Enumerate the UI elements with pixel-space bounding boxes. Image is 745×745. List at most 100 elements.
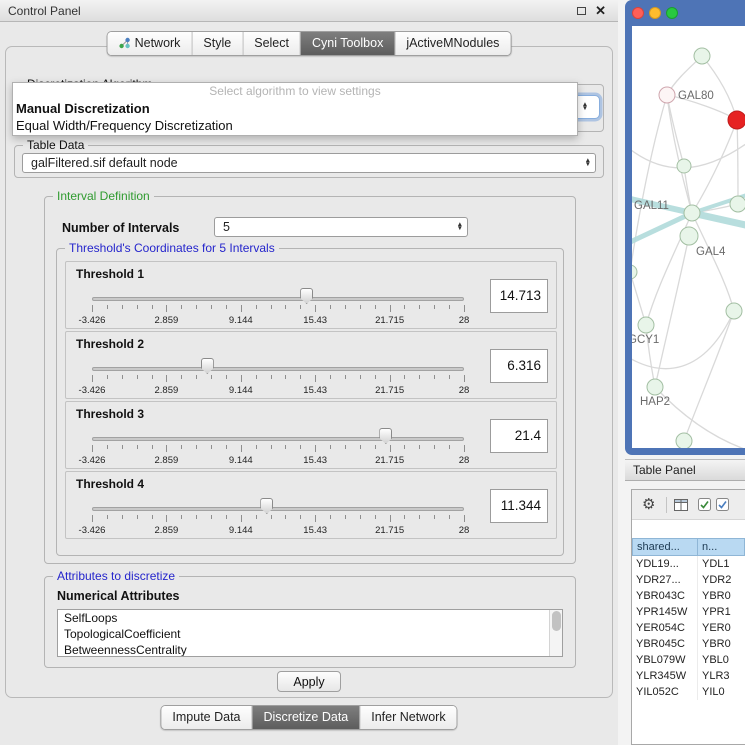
combo-value: galFiltered.sif default node	[31, 156, 178, 170]
slider-track[interactable]	[92, 367, 464, 371]
gear-icon[interactable]: ⚙	[642, 495, 655, 513]
network-edge	[702, 56, 737, 120]
slider-scale-label: 15.43	[303, 385, 327, 396]
slider-ticks	[92, 375, 464, 383]
scrollbar-thumb[interactable]	[552, 611, 561, 631]
slider-scale-label: 21.715	[375, 525, 404, 536]
network-node[interactable]	[659, 87, 675, 103]
columns-icon[interactable]	[674, 498, 688, 516]
network-node[interactable]	[680, 227, 698, 245]
network-edge	[684, 311, 734, 441]
group-title: Table Data	[23, 138, 88, 152]
table-cell: YLR3	[698, 668, 745, 684]
list-scrollbar[interactable]	[549, 610, 562, 656]
network-node-label: HAP2	[640, 396, 670, 408]
group-title: Threshold's Coordinates for 5 Intervals	[65, 241, 279, 255]
network-node[interactable]	[632, 265, 637, 279]
slider-scale: -3.4262.8599.14415.4321.71528	[92, 385, 464, 397]
control-panel: Control Panel ✕ Network Style Select Cyn…	[0, 0, 618, 745]
table-row[interactable]: YBR045CYBR0	[632, 636, 745, 652]
control-panel-titlebar: Control Panel ✕	[0, 0, 618, 22]
slider-scale: -3.4262.8599.14415.4321.71528	[92, 455, 464, 467]
slider-thumb[interactable]	[201, 358, 214, 374]
network-canvas[interactable]: GAL80GAL11GAL4GCY1HAP2	[632, 26, 745, 448]
slider-thumb[interactable]	[379, 428, 392, 444]
slider-scale-label: 2.859	[155, 315, 179, 326]
table-row[interactable]: YER054CYER0	[632, 620, 745, 636]
table-row[interactable]: YDL19...YDL1	[632, 556, 745, 572]
slider-scale-label: -3.426	[79, 385, 106, 396]
slider-thumb[interactable]	[260, 498, 273, 514]
threshold-value-field[interactable]: 11.344	[490, 489, 548, 523]
slider-scale: -3.4262.8599.14415.4321.71528	[92, 315, 464, 327]
tab-impute-data[interactable]: Impute Data	[161, 706, 251, 729]
list-item[interactable]: BetweennessCentrality	[58, 642, 562, 657]
table-row[interactable]: YPR145WYPR1	[632, 604, 745, 620]
network-node[interactable]	[728, 111, 745, 129]
network-node[interactable]	[684, 205, 700, 221]
slider-ticks	[92, 515, 464, 523]
network-node[interactable]	[647, 379, 663, 395]
table-row[interactable]: YDR27...YDR2	[632, 572, 745, 588]
table-cell: YDR2	[698, 572, 745, 588]
slider-track[interactable]	[92, 507, 464, 511]
number-of-intervals-combo[interactable]: 5 ▲ ▼	[214, 217, 468, 237]
table-data-combo[interactable]: galFiltered.sif default node ▲ ▼	[22, 153, 596, 173]
table-row[interactable]: YLR345WYLR3	[632, 668, 745, 684]
dropdown-option-manual-discretization[interactable]: Manual Discretization	[13, 100, 577, 117]
network-node[interactable]	[638, 317, 654, 333]
slider-scale-label: 21.715	[375, 315, 404, 326]
network-node-label: GAL80	[678, 90, 714, 102]
network-node[interactable]	[676, 433, 692, 448]
threshold-value-field[interactable]: 6.316	[490, 349, 548, 383]
tab-cyni-toolbox[interactable]: Cyni Toolbox	[300, 32, 394, 55]
network-node[interactable]	[694, 48, 710, 64]
threshold-value-field[interactable]: 21.4	[490, 419, 548, 453]
close-icon[interactable]: ✕	[595, 0, 606, 22]
toolbar-separator	[666, 497, 667, 513]
slider-scale-label: 15.43	[303, 315, 327, 326]
slider-thumb[interactable]	[300, 288, 313, 304]
network-node[interactable]	[726, 303, 742, 319]
tab-network[interactable]: Network	[108, 32, 192, 55]
table-row[interactable]: YIL052CYIL0	[632, 684, 745, 700]
table-row[interactable]: YBL079WYBL0	[632, 652, 745, 668]
list-item[interactable]: TopologicalCoefficient	[58, 626, 562, 642]
tab-label: Discretize Data	[264, 710, 349, 724]
dropdown-option-equal-width[interactable]: Equal Width/Frequency Discretization	[13, 117, 577, 134]
threshold-value-field[interactable]: 14.713	[490, 279, 548, 313]
column-header-name[interactable]: n...	[698, 538, 745, 556]
deselect-all-checkbox-icon[interactable]	[716, 498, 729, 516]
network-node[interactable]	[730, 196, 745, 212]
mac-zoom-button[interactable]	[666, 7, 678, 19]
slider-scale: -3.4262.8599.14415.4321.71528	[92, 525, 464, 537]
apply-button[interactable]: Apply	[277, 671, 341, 692]
list-item[interactable]: SelfLoops	[58, 610, 562, 626]
mac-minimize-button[interactable]	[649, 7, 661, 19]
network-edge	[737, 120, 738, 204]
numerical-attributes-list: SelfLoops TopologicalCoefficient Between…	[57, 609, 563, 657]
float-window-icon[interactable]	[577, 7, 586, 15]
threshold-label: Threshold 3	[76, 407, 144, 421]
network-node-label: GAL4	[696, 246, 726, 258]
tab-discretize-data[interactable]: Discretize Data	[252, 706, 360, 729]
mac-close-button[interactable]	[632, 7, 644, 19]
group-title: Interval Definition	[53, 189, 154, 203]
slider-track[interactable]	[92, 437, 464, 441]
tab-select[interactable]: Select	[242, 32, 300, 55]
network-node[interactable]	[677, 159, 691, 173]
stepper-down-icon: ▼	[582, 107, 588, 112]
table-cell: YPR145W	[632, 604, 698, 620]
slider-track[interactable]	[92, 297, 464, 301]
tab-label: Infer Network	[371, 710, 445, 724]
tab-style[interactable]: Style	[191, 32, 242, 55]
select-all-checkbox-icon[interactable]	[698, 498, 711, 516]
table-cell: YER0	[698, 620, 745, 636]
tab-infer-network[interactable]: Infer Network	[359, 706, 456, 729]
table-panel-header[interactable]: Table Panel	[625, 459, 745, 481]
tab-jactivemnodules[interactable]: jActiveMNodules	[394, 32, 510, 55]
table-row[interactable]: YBR043CYBR0	[632, 588, 745, 604]
column-header-shared-name[interactable]: shared...	[632, 538, 698, 556]
slider-scale-label: 2.859	[155, 525, 179, 536]
threshold-4-block: Threshold 4 -3.4262.8599.14415.4321.7152…	[65, 471, 557, 539]
